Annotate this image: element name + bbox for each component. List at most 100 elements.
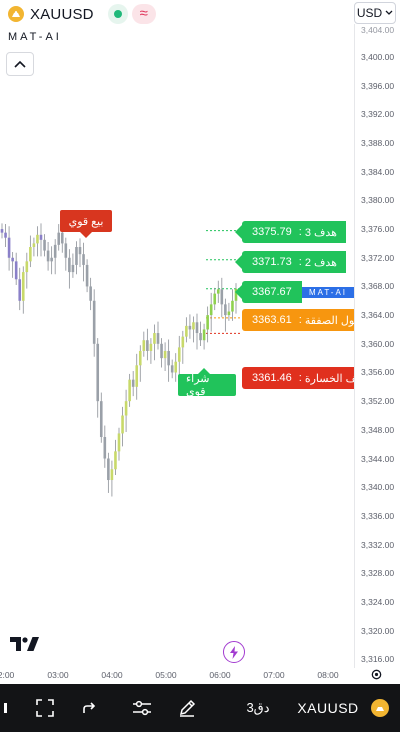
candle	[199, 321, 202, 346]
time-axis[interactable]: 2:00 03:00 04:00 05:00 06:00 07:00 08:00	[0, 668, 354, 684]
time-tick: 07:00	[263, 670, 285, 680]
candle	[192, 316, 195, 343]
entry-label: 3363.61 : دخول الصفقة	[242, 309, 354, 331]
toolbar-symbol[interactable]: XAUUSD	[296, 684, 360, 732]
candle	[103, 425, 107, 468]
currency-selector[interactable]: USD	[354, 2, 396, 24]
candle	[149, 338, 153, 364]
drawing-tools-button[interactable]	[174, 684, 200, 732]
sliders-icon	[133, 700, 151, 716]
stop-loss-label: 3361.46 : وقف الخسارة	[242, 367, 354, 389]
price-tick: 3,380.00	[361, 195, 395, 206]
price-tick: 3,340.00	[361, 482, 395, 493]
candle	[68, 249, 71, 289]
candle	[36, 226, 39, 257]
candle	[75, 241, 78, 275]
wave-icon: ≈	[131, 4, 156, 24]
candle	[131, 371, 135, 397]
interval-selector[interactable]: 3دق	[240, 684, 276, 732]
target2-label: 3371.73 : هدف 2	[235, 251, 346, 273]
candle	[195, 313, 199, 350]
target3-label: 3375.79 : هدف 3	[235, 221, 346, 243]
candle	[114, 439, 117, 476]
candle	[117, 427, 121, 461]
candle	[53, 239, 57, 275]
candle	[128, 373, 131, 407]
candle	[231, 289, 234, 321]
price-tick: 3,392.00	[361, 109, 395, 120]
sell-signal: بيع قوي	[60, 210, 112, 238]
candle	[99, 392, 103, 443]
time-tick: 08:00	[317, 670, 339, 680]
price-tick: 3,384.00	[361, 166, 395, 177]
gold-icon	[8, 6, 24, 22]
price-tick: 3,332.00	[361, 539, 395, 550]
redo-button[interactable]	[76, 684, 102, 732]
candle	[96, 338, 100, 418]
market-open-icon	[107, 4, 128, 24]
price-tick: 3,316.00	[361, 654, 395, 665]
target2-value: 3371.73	[252, 256, 292, 268]
price-axis[interactable]: 3,400.00 3,396.00 3,392.00 3,388.00 3,384.00…	[354, 24, 400, 668]
candle	[11, 252, 14, 278]
candle	[89, 277, 92, 311]
price-tick: 3,356.00	[361, 367, 395, 378]
price-tick: 3,360.00	[361, 338, 395, 349]
chevron-down-icon	[385, 10, 393, 15]
target3-name: هدف 3	[304, 226, 337, 239]
symbol-selector[interactable]: XAUUSD ≈	[4, 3, 162, 25]
candle	[156, 321, 160, 350]
candle	[64, 237, 68, 271]
candle	[188, 314, 192, 339]
price-tick: 3,400.00	[361, 52, 395, 62]
gold-icon	[371, 699, 389, 717]
candle	[202, 323, 206, 350]
candle	[216, 280, 220, 303]
price-tick: 3,352.00	[361, 396, 395, 407]
candle	[43, 234, 46, 257]
price-tick: 3,344.00	[361, 453, 395, 464]
candle	[135, 353, 139, 400]
price-tick: 3,396.00	[361, 80, 395, 91]
fullscreen-icon	[36, 699, 54, 717]
price-tick: 3,388.00	[361, 138, 395, 149]
candle	[170, 359, 174, 379]
toolbar-gold-button[interactable]	[368, 684, 392, 732]
candle	[174, 353, 178, 382]
menu-edge[interactable]	[0, 684, 14, 732]
market-status[interactable]: ≈	[107, 4, 156, 24]
candle	[7, 226, 11, 271]
time-tick: 2:00	[0, 670, 15, 680]
candle	[46, 241, 50, 271]
entry-name: دخول الصفقة	[304, 314, 354, 327]
candle	[4, 224, 7, 248]
currency-label: USD	[356, 6, 383, 20]
candle	[14, 252, 18, 286]
price-tick: 3,324.00	[361, 596, 395, 607]
candle	[21, 266, 25, 314]
chart-settings-button[interactable]	[369, 667, 383, 681]
candle	[0, 223, 4, 239]
candle	[32, 237, 36, 257]
price-tick: 3,376.00	[361, 224, 395, 235]
candle	[82, 242, 85, 282]
candle	[206, 306, 209, 343]
time-tick: 03:00	[47, 670, 69, 680]
candle	[107, 452, 110, 493]
candle	[29, 235, 32, 268]
pen-icon	[179, 699, 196, 717]
price-tick: 3,372.00	[361, 252, 395, 263]
candle	[224, 298, 227, 332]
price-tick: 3,320.00	[361, 625, 395, 636]
fullscreen-button[interactable]	[30, 684, 60, 732]
indicators-button[interactable]	[128, 684, 156, 732]
tradingview-logo[interactable]	[10, 636, 40, 652]
candle	[153, 324, 156, 361]
time-tick: 04:00	[101, 670, 123, 680]
candle	[25, 252, 29, 289]
candle	[110, 460, 114, 497]
flash-button[interactable]	[223, 641, 245, 663]
candle	[85, 259, 89, 293]
price-chart[interactable]	[0, 24, 354, 668]
candle	[124, 389, 128, 432]
